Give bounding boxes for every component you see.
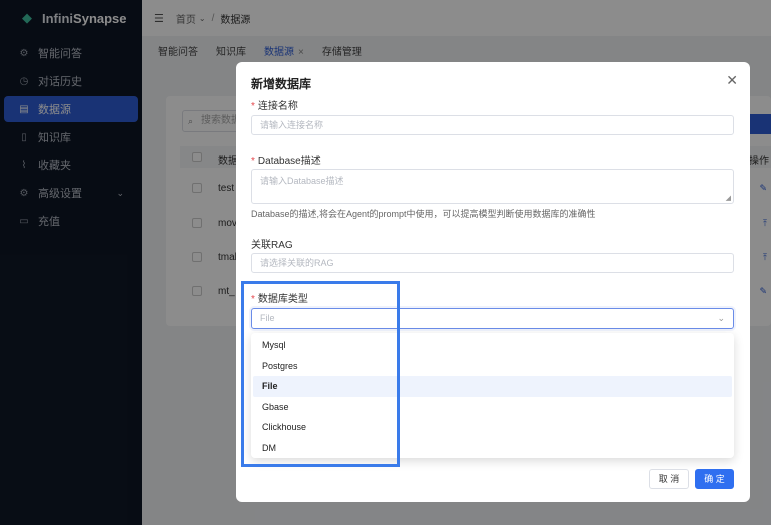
cancel-button[interactable]: 取 消 xyxy=(649,469,689,489)
label-text: Database描述 xyxy=(257,156,321,167)
modal-title: 新增数据库 xyxy=(251,77,312,91)
chevron-down-icon: ⌄ xyxy=(717,313,725,323)
database-description-label: * Database描述 xyxy=(251,152,321,167)
required-marker: * xyxy=(251,156,255,167)
related-rag-select[interactable]: 请选择关联的RAG xyxy=(251,253,734,273)
confirm-button[interactable]: 确 定 xyxy=(695,469,734,489)
connection-name-label: * 连接名称 xyxy=(251,97,298,112)
close-icon[interactable]: ✕ xyxy=(726,72,738,89)
textarea-placeholder: 请输入Database描述 xyxy=(260,176,344,186)
related-rag-label: 关联RAG xyxy=(251,240,293,251)
database-description-textarea[interactable]: 请输入Database描述 ◢ xyxy=(251,169,734,204)
select-placeholder: 请选择关联的RAG xyxy=(260,258,334,268)
input-placeholder: 请输入连接名称 xyxy=(260,120,324,130)
required-marker: * xyxy=(251,101,255,112)
description-hint: Database的描述,将会在Agent的prompt中使用，可以提高模型判断使… xyxy=(251,209,596,219)
label-text: 连接名称 xyxy=(257,101,298,112)
connection-name-input[interactable]: 请输入连接名称 xyxy=(251,115,734,135)
resize-handle-icon[interactable]: ◢ xyxy=(726,194,731,202)
highlight-annotation-box xyxy=(241,281,400,467)
